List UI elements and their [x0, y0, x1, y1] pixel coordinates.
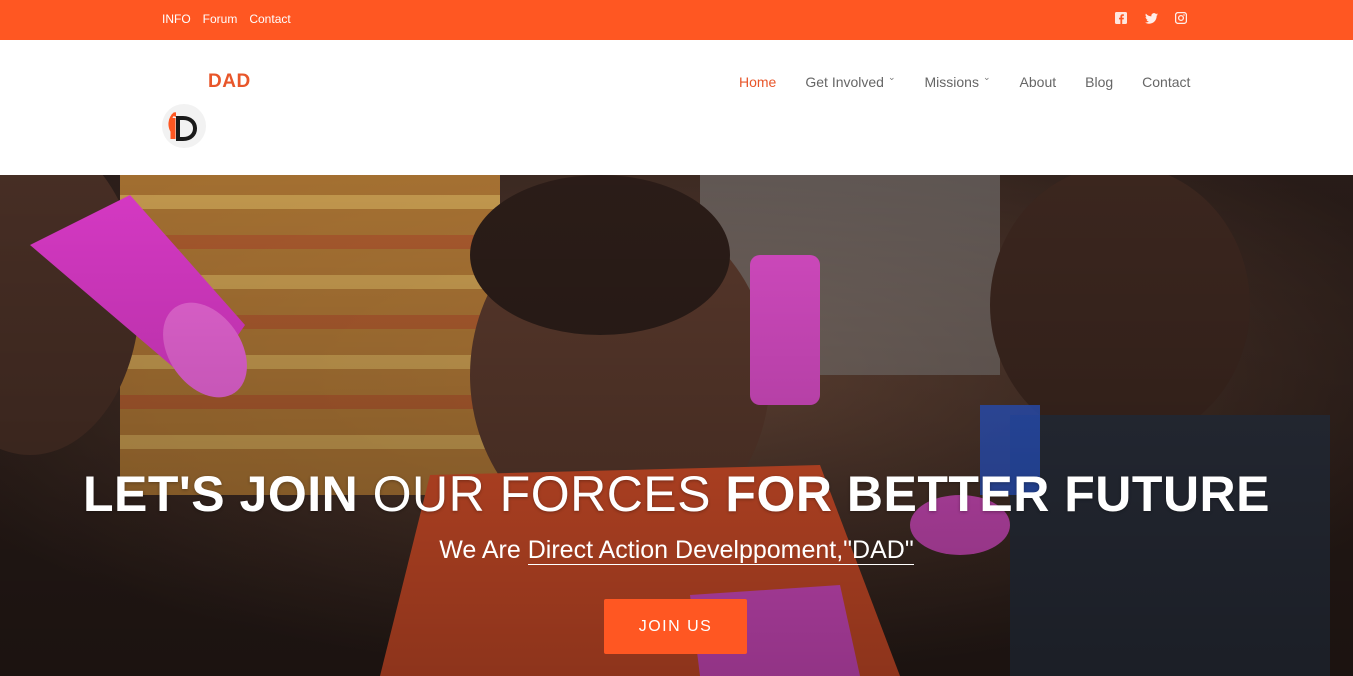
- chevron-down-icon: ⌄: [887, 72, 896, 82]
- hero-subtitle: We Are Direct Action Develppoment,"DAD": [0, 536, 1353, 565]
- hero-title-part1: LET'S JOIN: [82, 466, 359, 522]
- nav-get-involved[interactable]: Get Involved ⌄: [805, 72, 896, 90]
- nav-blog[interactable]: Blog: [1085, 74, 1113, 90]
- hero-title-part3: FOR BETTER FUTURE: [725, 466, 1271, 522]
- facebook-icon[interactable]: [1114, 11, 1128, 25]
- nav-blog-label: Blog: [1085, 74, 1114, 90]
- nav-missions[interactable]: Missions ⌄: [924, 72, 991, 90]
- nav-about[interactable]: About: [1020, 74, 1057, 90]
- nav-contact[interactable]: Contact: [1142, 74, 1190, 90]
- site-header: DAD Home Get Involved ⌄ Missions ⌄ About…: [0, 40, 1353, 175]
- twitter-icon[interactable]: [1144, 11, 1158, 25]
- chevron-down-icon: ⌄: [982, 72, 991, 82]
- top-link-forum[interactable]: Forum: [203, 12, 238, 26]
- nav-contact-label: Contact: [1142, 74, 1191, 90]
- hero-title: LET'S JOIN OUR FORCES FOR BETTER FUTURE: [0, 465, 1353, 523]
- main-nav: Home Get Involved ⌄ Missions ⌄ About Blo…: [739, 72, 1190, 90]
- social-links: [1114, 11, 1188, 25]
- join-us-button[interactable]: JOIN US: [604, 599, 747, 654]
- hero-subtitle-org: Direct Action Develppoment,"DAD": [527, 536, 914, 565]
- hero-section: LET'S JOIN OUR FORCES FOR BETTER FUTURE …: [0, 175, 1353, 676]
- nav-home-label: Home: [739, 74, 777, 90]
- nav-home[interactable]: Home: [739, 74, 776, 90]
- nav-about-label: About: [1019, 74, 1057, 90]
- top-links: INFO Forum Contact: [162, 12, 291, 26]
- top-bar: INFO Forum Contact: [0, 0, 1353, 40]
- hero-title-part2: OUR FORCES: [372, 466, 712, 522]
- logo-icon[interactable]: [161, 103, 207, 149]
- top-link-info[interactable]: INFO: [162, 12, 191, 26]
- hero-subtitle-prefix: We Are: [439, 536, 521, 564]
- nav-missions-label: Missions: [924, 74, 979, 90]
- top-link-contact[interactable]: Contact: [249, 12, 290, 26]
- nav-get-involved-label: Get Involved: [805, 74, 884, 90]
- instagram-icon[interactable]: [1174, 11, 1188, 25]
- logo-text[interactable]: DAD: [208, 71, 251, 93]
